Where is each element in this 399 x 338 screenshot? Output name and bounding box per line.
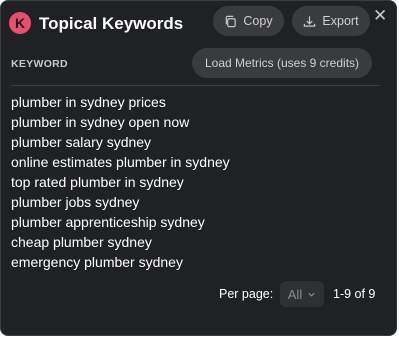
keyword-item: cheap plumber sydney — [11, 234, 152, 250]
load-metrics-button[interactable]: Load Metrics (uses 9 credits) — [192, 48, 372, 78]
copy-label: Copy — [243, 14, 273, 28]
logo-letter: K — [14, 15, 26, 31]
per-page-label: Per page: — [219, 287, 274, 301]
keyword-item: top rated plumber in sydney — [11, 174, 184, 190]
keyword-list: plumber in sydney prices plumber in sydn… — [11, 92, 230, 272]
per-page-value: All — [287, 286, 303, 302]
k-logo-icon: K — [9, 12, 31, 34]
keyword-item: plumber in sydney prices — [11, 94, 166, 110]
copy-icon — [226, 15, 237, 27]
keyword-item: online estimates plumber in sydney — [11, 154, 230, 170]
header-divider — [11, 85, 380, 86]
keyword-item: emergency plumber sydney — [11, 254, 183, 270]
keyword-item: plumber apprenticeship sydney — [11, 214, 205, 230]
chevron-down-icon — [308, 292, 315, 297]
copy-button[interactable]: Copy — [213, 6, 284, 36]
keyword-item: plumber in sydney open now — [11, 114, 190, 130]
topical-keywords-panel: K Topical Keywords Copy Export ✕ KEYWORD… — [0, 0, 397, 336]
download-icon — [304, 15, 316, 27]
per-page-select[interactable]: All — [280, 281, 324, 307]
keyword-item: plumber jobs sydney — [11, 194, 140, 210]
close-icon[interactable]: ✕ — [373, 6, 387, 26]
pagination-range: 1-9 of 9 — [333, 287, 376, 301]
export-label: Export — [322, 14, 359, 28]
export-button[interactable]: Export — [292, 6, 370, 36]
keyword-column-header: KEYWORD — [11, 58, 68, 70]
keyword-item: plumber salary sydney — [11, 134, 152, 150]
panel-title: Topical Keywords — [39, 14, 184, 33]
